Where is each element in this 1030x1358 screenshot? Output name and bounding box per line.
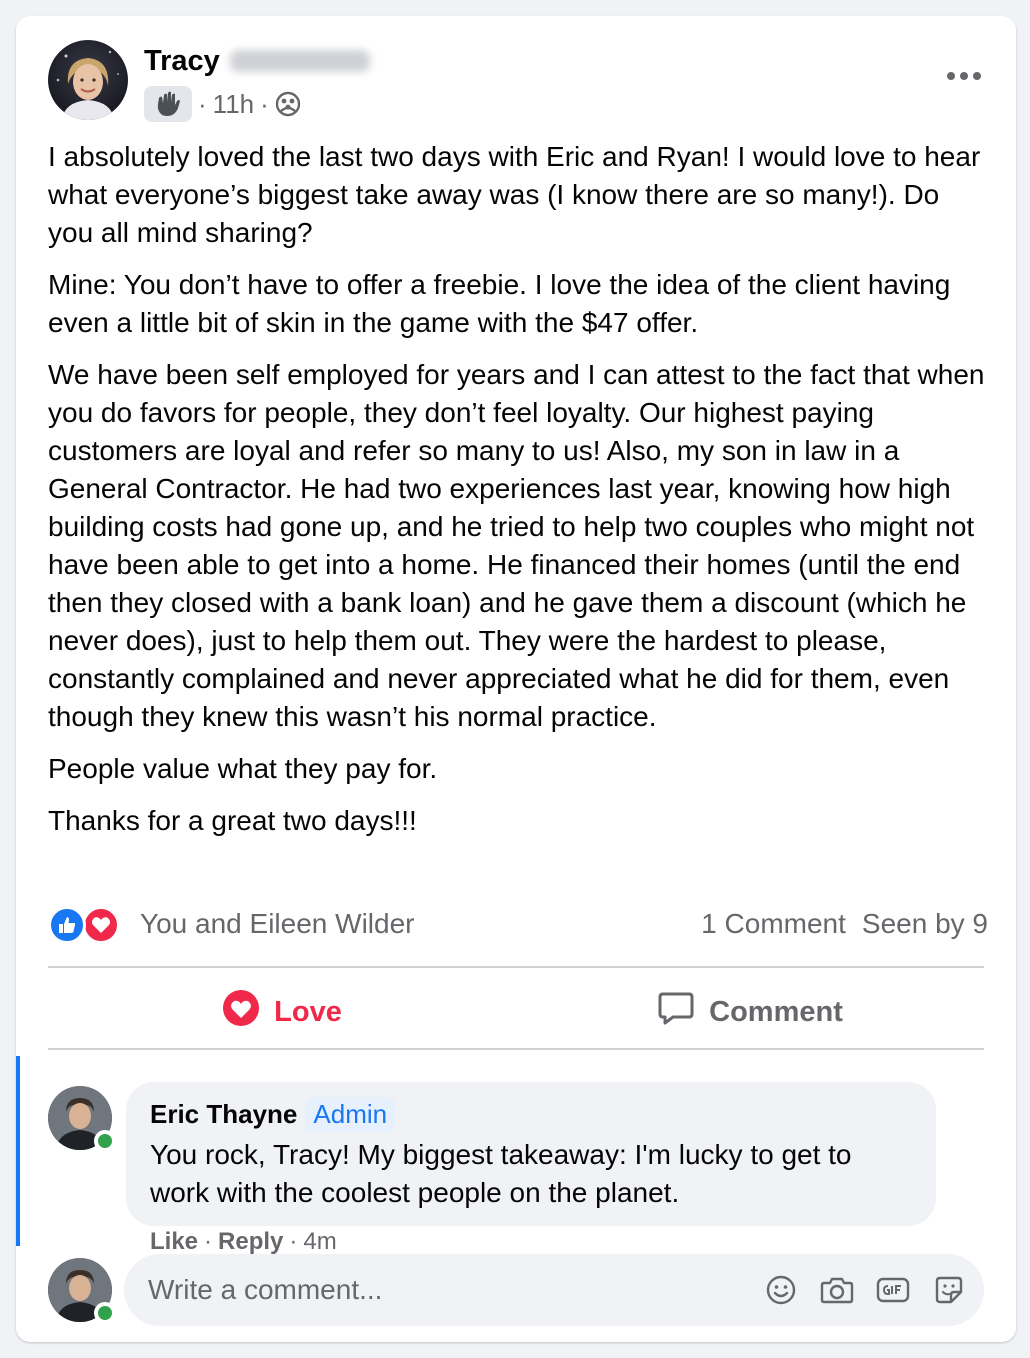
heart-icon bbox=[222, 989, 260, 1035]
post-paragraph: I absolutely loved the last two days wit… bbox=[48, 141, 981, 248]
post-actions: Love Comment bbox=[48, 974, 984, 1050]
post-card: Tracy · 11h · I absolutely loved the las… bbox=[16, 16, 1016, 1342]
gif-icon[interactable] bbox=[876, 1273, 910, 1307]
post-paragraph: People value what they pay for. bbox=[48, 753, 438, 784]
love-label: Love bbox=[274, 995, 342, 1028]
post-paragraph: Thanks for a great two days!!! bbox=[48, 805, 417, 836]
more-options-icon[interactable] bbox=[940, 58, 988, 94]
composer-tools bbox=[764, 1273, 966, 1307]
commenter-name[interactable]: Eric Thayne bbox=[150, 1099, 297, 1130]
post-header: Tracy · 11h · bbox=[48, 40, 988, 124]
divider bbox=[48, 966, 984, 968]
author-avatar[interactable] bbox=[48, 40, 128, 120]
sticker-icon[interactable] bbox=[932, 1273, 966, 1307]
comment-button[interactable]: Comment bbox=[516, 974, 984, 1050]
comment-header: Eric Thayne Admin bbox=[150, 1094, 912, 1134]
commenter-avatar[interactable] bbox=[48, 1086, 116, 1152]
reaction-icons[interactable] bbox=[48, 904, 126, 944]
current-user-avatar[interactable] bbox=[48, 1258, 116, 1324]
like-comment-button[interactable]: Like bbox=[150, 1228, 198, 1256]
online-status-indicator bbox=[94, 1302, 116, 1324]
comment-time[interactable]: 4m bbox=[303, 1228, 336, 1256]
comment-text: You rock, Tracy! My biggest takeaway: I'… bbox=[150, 1139, 852, 1208]
admin-badge: Admin bbox=[305, 1096, 396, 1132]
camera-icon[interactable] bbox=[820, 1273, 854, 1307]
author-name[interactable]: Tracy bbox=[144, 44, 220, 78]
love-reaction-icon bbox=[82, 906, 120, 944]
comment-actions: Like · Reply · 4m bbox=[150, 1228, 337, 1256]
comment-actions-separator: · bbox=[204, 1228, 213, 1255]
post-paragraph: We have been self employed for years and… bbox=[48, 359, 985, 732]
reply-button[interactable]: Reply bbox=[218, 1228, 283, 1256]
online-status-indicator bbox=[94, 1130, 116, 1152]
author-avatar-image bbox=[56, 50, 119, 120]
post-body: I absolutely loved the last two days wit… bbox=[48, 138, 988, 854]
post-counts: 1 Comment Seen by 9 bbox=[701, 908, 988, 940]
reactors-text[interactable]: You and Eileen Wilder bbox=[140, 908, 414, 940]
post-paragraph: Mine: You don’t have to offer a freebie.… bbox=[48, 269, 951, 338]
seen-by-count[interactable]: Seen by 9 bbox=[862, 908, 988, 940]
comment-count[interactable]: 1 Comment bbox=[701, 908, 846, 940]
comment-composer bbox=[124, 1254, 984, 1326]
blurred-surname bbox=[230, 50, 370, 72]
comment-actions-separator: · bbox=[289, 1228, 298, 1255]
comment-thread: Eric Thayne Admin You rock, Tracy! My bi… bbox=[16, 1056, 1016, 1255]
post-time[interactable]: 11h bbox=[213, 89, 254, 120]
emoji-icon[interactable] bbox=[764, 1273, 798, 1307]
comment-input[interactable] bbox=[148, 1274, 764, 1306]
comment-label: Comment bbox=[709, 995, 843, 1028]
group-audience-icon bbox=[275, 91, 301, 117]
comment-bubble[interactable]: Eric Thayne Admin You rock, Tracy! My bi… bbox=[126, 1082, 936, 1226]
like-reaction-icon bbox=[48, 906, 86, 944]
comment-bubble-icon bbox=[657, 989, 695, 1035]
love-button[interactable]: Love bbox=[48, 974, 516, 1050]
divider bbox=[48, 1048, 984, 1050]
wave-badge-icon[interactable] bbox=[144, 86, 192, 122]
meta-separator: · bbox=[260, 88, 269, 119]
meta-separator: · bbox=[198, 88, 207, 119]
post-meta: · 11h · bbox=[144, 84, 301, 124]
reaction-stats: You and Eileen Wilder 1 Comment Seen by … bbox=[48, 902, 988, 946]
